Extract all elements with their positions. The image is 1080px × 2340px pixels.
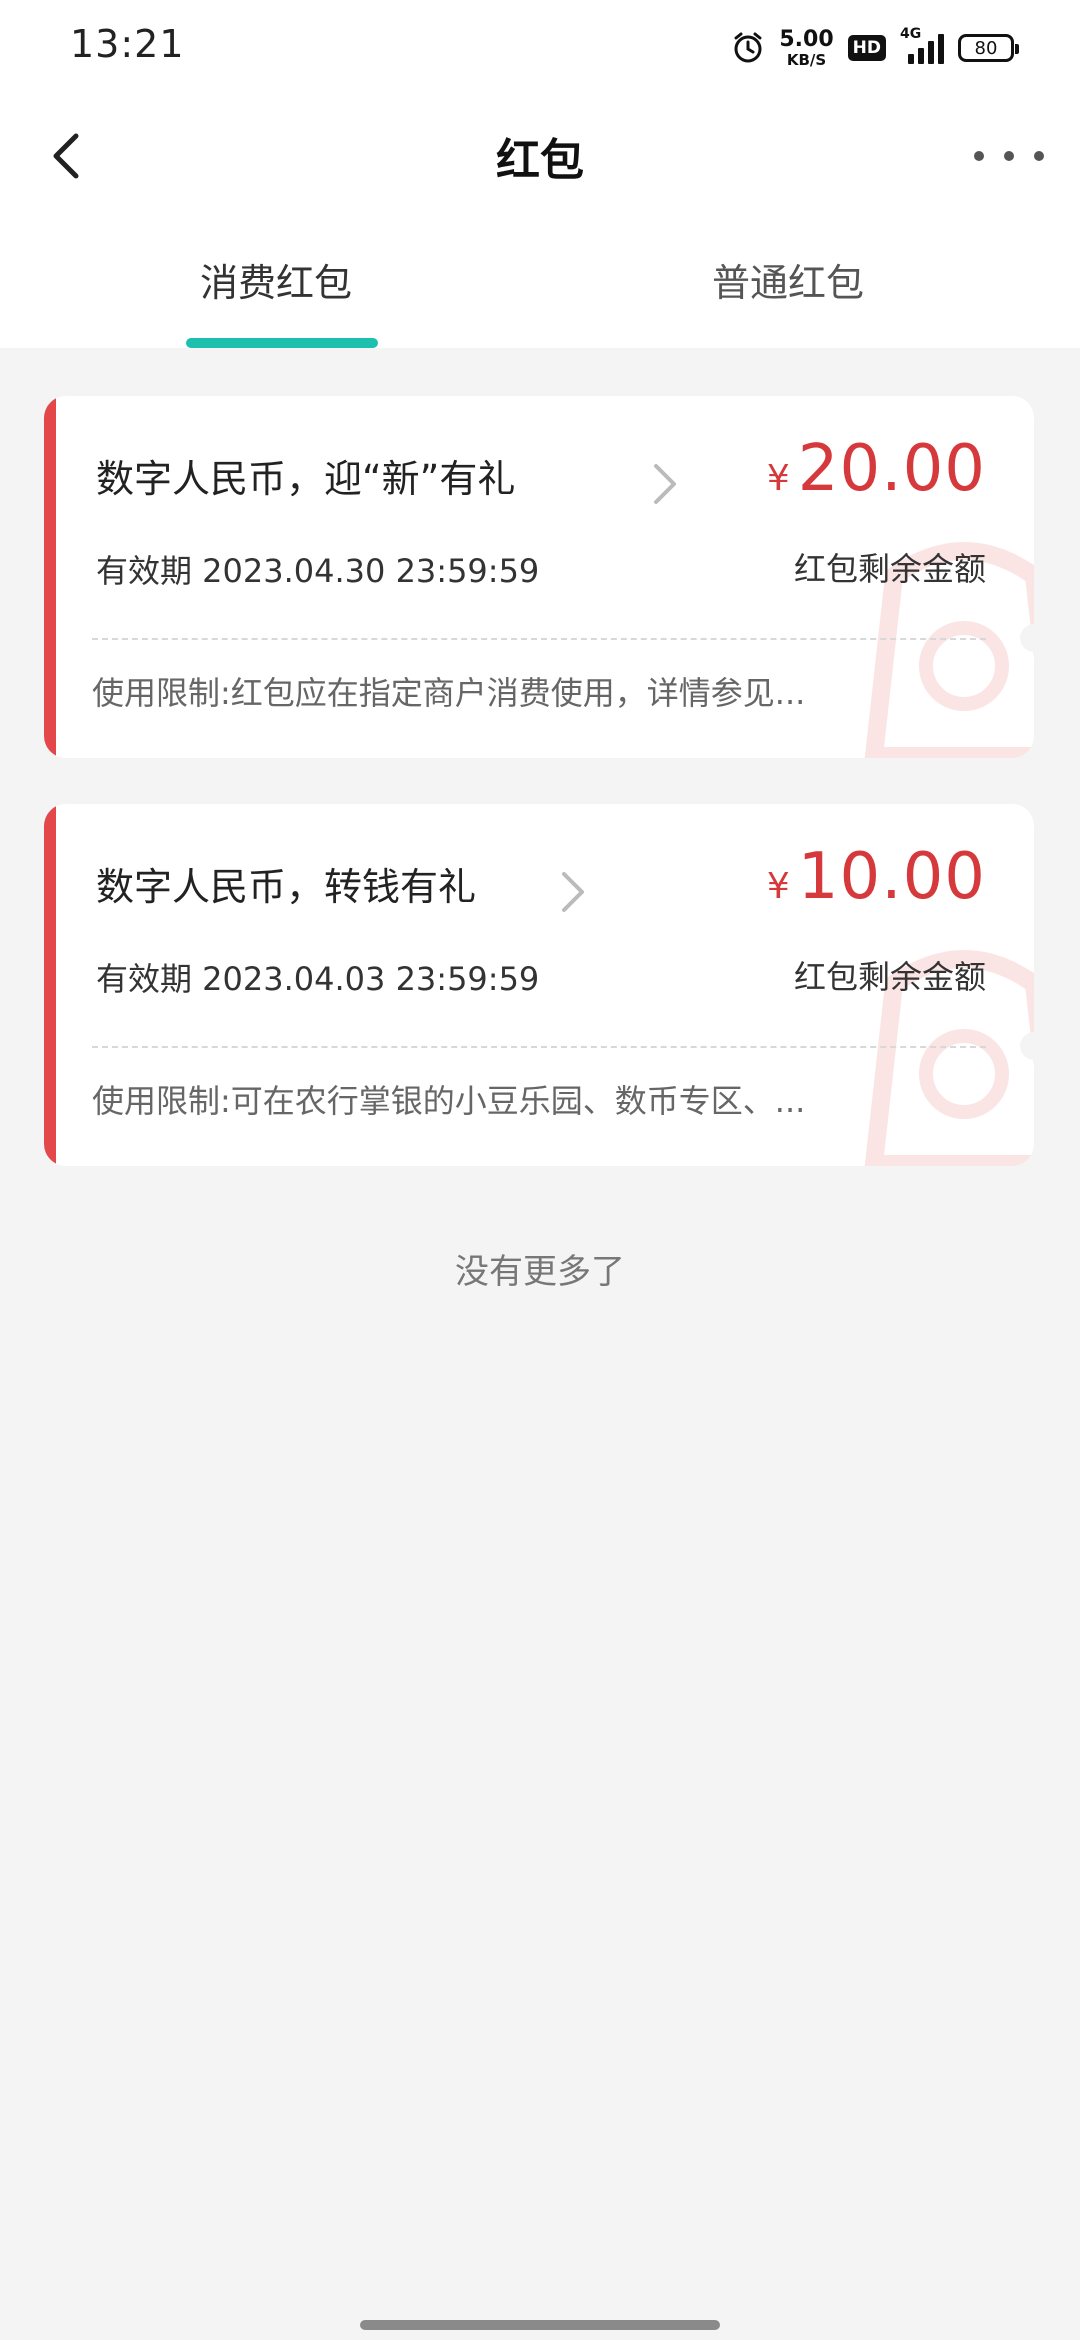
more-icon[interactable] bbox=[974, 136, 1044, 176]
card-expiry: 有效期 2023.04.03 23:59:59 bbox=[96, 960, 540, 998]
card-amount: ¥ 10.00 bbox=[767, 840, 986, 914]
card-usage-limit: 使用限制:可在农行掌银的小豆乐园、数币专区、... bbox=[92, 1082, 806, 1120]
nav-bar: 红包 bbox=[0, 96, 1080, 220]
card-title: 数字人民币，迎“新”有礼 bbox=[96, 457, 516, 501]
network-speed-value: 5.00 bbox=[779, 26, 834, 52]
amount-value: 10.00 bbox=[797, 840, 986, 914]
card-title: 数字人民币，转钱有礼 bbox=[96, 865, 477, 909]
network-speed-unit: KB/S bbox=[786, 50, 827, 69]
page-title: 红包 bbox=[496, 135, 584, 186]
card-divider bbox=[92, 638, 986, 640]
signal-icon: 4G bbox=[900, 26, 944, 64]
card-divider bbox=[92, 1046, 986, 1048]
battery-icon: 80 bbox=[958, 34, 1019, 62]
network-type: 4G bbox=[900, 26, 922, 42]
tab-consumption-red-packet[interactable]: 消费红包 bbox=[200, 252, 352, 307]
status-time: 13:21 bbox=[70, 22, 185, 66]
remaining-amount-label: 红包剩余金额 bbox=[793, 958, 986, 996]
card-accent-bar bbox=[44, 396, 56, 758]
card-usage-limit: 使用限制:红包应在指定商户消费使用，详情参见... bbox=[92, 674, 806, 712]
amount-value: 20.00 bbox=[797, 432, 986, 506]
red-packet-card[interactable]: 数字人民币，迎“新”有礼 ¥ 20.00 有效期 2023.04.30 23:5… bbox=[44, 396, 1034, 758]
network-speed: 5.00 KB/S bbox=[779, 26, 834, 69]
card-amount: ¥ 20.00 bbox=[767, 432, 986, 506]
red-packet-card[interactable]: 数字人民币，转钱有礼 ¥ 10.00 有效期 2023.04.03 23:59:… bbox=[44, 804, 1034, 1166]
card-expiry: 有效期 2023.04.30 23:59:59 bbox=[96, 552, 540, 590]
status-icons: 5.00 KB/S HD 4G 80 bbox=[731, 26, 1019, 70]
card-accent-bar bbox=[44, 804, 56, 1166]
home-indicator[interactable] bbox=[360, 2320, 720, 2330]
no-more-text: 没有更多了 bbox=[455, 1252, 625, 1292]
battery-level: 80 bbox=[974, 37, 998, 59]
chevron-right-icon[interactable] bbox=[558, 868, 588, 916]
currency-symbol: ¥ bbox=[766, 866, 790, 907]
remaining-amount-label: 红包剩余金额 bbox=[793, 550, 986, 588]
status-bar: 13:21 5.00 KB/S HD 4G 80 bbox=[0, 0, 1080, 96]
tab-bar: 消费红包 普通红包 bbox=[0, 220, 1080, 348]
tab-normal-red-packet[interactable]: 普通红包 bbox=[712, 252, 864, 307]
currency-symbol: ¥ bbox=[766, 458, 790, 499]
tab-active-indicator bbox=[186, 338, 378, 348]
alarm-icon bbox=[731, 31, 765, 65]
chevron-right-icon[interactable] bbox=[650, 460, 680, 508]
hd-badge: HD bbox=[847, 35, 886, 61]
